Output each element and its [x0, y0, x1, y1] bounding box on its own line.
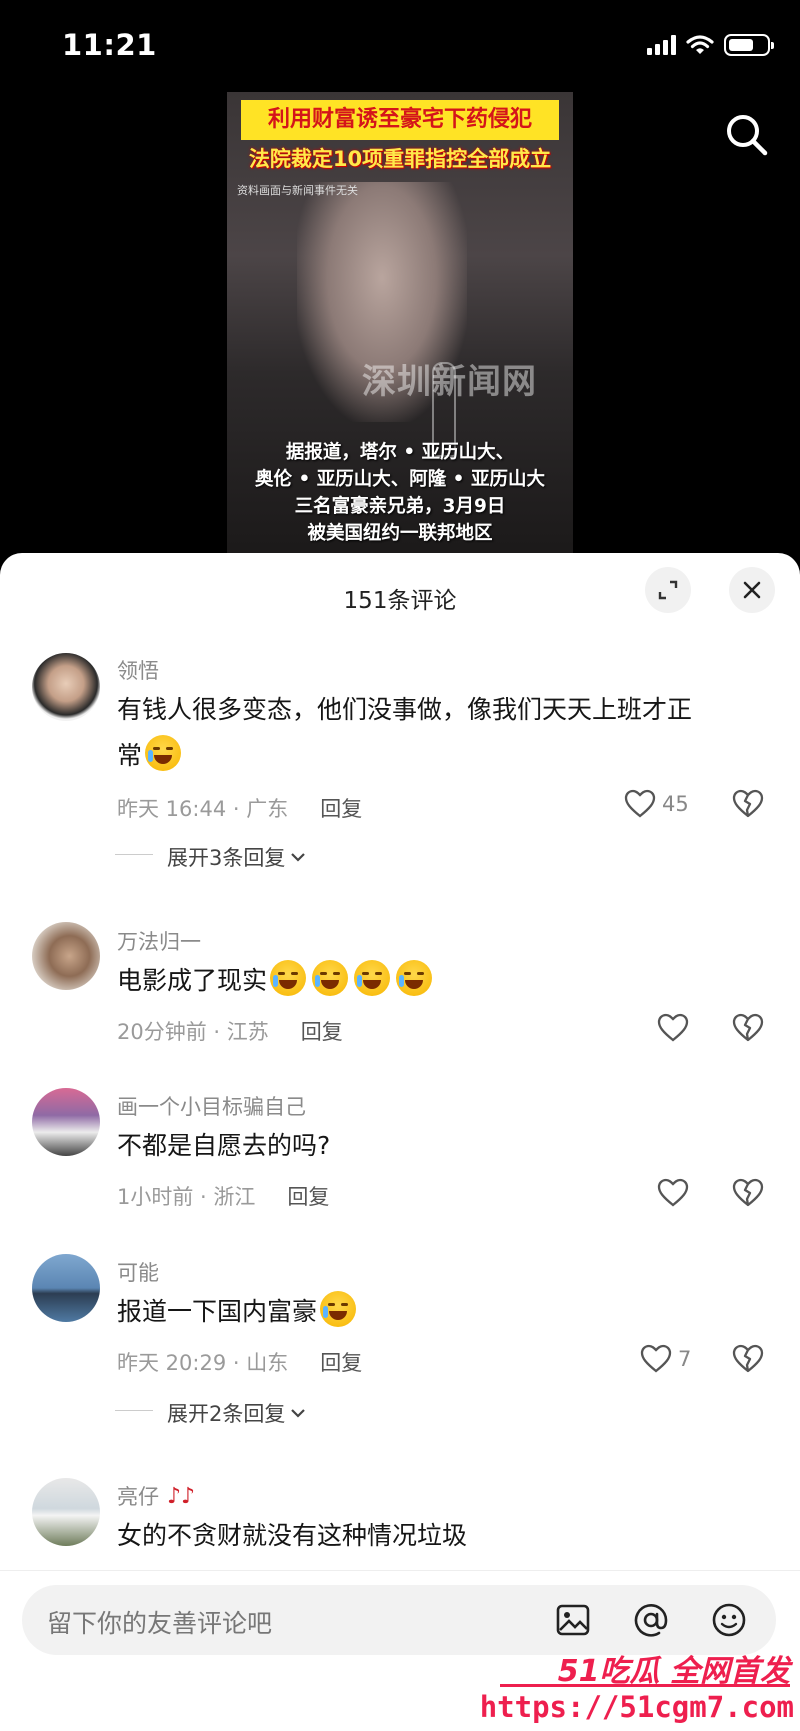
comment-text: 不都是自愿去的吗?: [117, 1131, 331, 1160]
reply-button[interactable]: 回复: [301, 1016, 343, 1046]
comment-text-main: 报道一下国内富豪: [117, 1297, 318, 1326]
dislike-button[interactable]: [732, 1344, 764, 1378]
comment-text-line: 常: [117, 733, 777, 779]
dislike-button[interactable]: [732, 789, 764, 823]
watermark-url: https://51cgm7.com: [479, 1690, 794, 1724]
video-caption-line: 被美国纽约一联邦地区: [307, 523, 493, 544]
like-button[interactable]: 7: [640, 1344, 691, 1374]
comment-text-main: 电影成了现实: [117, 966, 268, 995]
heart-icon: [657, 1178, 689, 1207]
at-icon[interactable]: [632, 1601, 670, 1639]
video-caption: 据报道，塔尔 • 亚历山大、 奥伦 • 亚历山大、阿隆 • 亚历山大 三名富豪亲…: [227, 439, 573, 547]
broken-heart-icon: [732, 789, 764, 818]
crying-laugh-emoji-icon: [145, 735, 182, 771]
heart-icon: [640, 1344, 672, 1373]
avatar[interactable]: [32, 1254, 100, 1322]
expand-replies-label: 展开2条回复: [167, 1402, 286, 1426]
cellular-signal-icon: [647, 35, 676, 55]
video-subheadline: 法院裁定10项重罪指控全部成立: [248, 147, 552, 171]
avatar[interactable]: [32, 653, 100, 721]
battery-icon: [724, 34, 774, 56]
comment-text: 女的不贪财就没有这种情况垃圾: [117, 1521, 468, 1550]
comment-time-location: 20分钟前 · 江苏: [117, 1020, 269, 1044]
comment-text-tail: 常: [117, 741, 143, 770]
comment-author[interactable]: 亮仔: [117, 1481, 159, 1511]
comment-time-location: 1小时前 · 浙江: [117, 1185, 256, 1209]
expand-sheet-button[interactable]: [645, 567, 691, 613]
crying-emoji-icon: [312, 960, 349, 996]
search-icon[interactable]: [722, 110, 772, 160]
video-headline: 利用财富诱至豪宅下药侵犯: [241, 100, 559, 140]
smiley-icon[interactable]: [710, 1601, 748, 1639]
comment-author[interactable]: 万法归一: [117, 926, 201, 956]
like-button[interactable]: [657, 1178, 689, 1208]
video-watermark: 深圳新闻网: [362, 362, 537, 402]
dislike-button[interactable]: [732, 1178, 764, 1212]
video-caption-line: 据报道，塔尔 • 亚历山大、: [285, 442, 515, 463]
chevron-down-icon: [291, 1409, 306, 1418]
status-bar: 11:21: [0, 0, 800, 100]
comment-meta: 昨天 16:44 · 广东 回复: [117, 793, 362, 823]
reply-button[interactable]: 回复: [320, 1347, 362, 1377]
like-count: 7: [678, 1347, 692, 1371]
expand-icon: [658, 580, 678, 600]
reply-button[interactable]: 回复: [320, 793, 362, 823]
crying-laugh-emoji-icon: [320, 1291, 357, 1327]
chevron-down-icon: [291, 853, 306, 862]
divider: [0, 1570, 800, 1571]
video-disclaimer: 资料画面与新闻事件无关: [237, 184, 358, 197]
comment-author[interactable]: 画一个小目标骗自己: [117, 1091, 306, 1121]
broken-heart-icon: [732, 1344, 764, 1373]
wifi-icon: [686, 35, 714, 54]
crying-emoji-icon: [396, 960, 433, 996]
watermark-line: [500, 1684, 790, 1687]
broken-heart-icon: [732, 1013, 764, 1042]
expand-replies-button[interactable]: 展开2条回复: [114, 1398, 307, 1428]
comment-meta: 昨天 20:29 · 山东 回复: [117, 1347, 362, 1377]
like-button[interactable]: [657, 1013, 689, 1043]
expand-replies-button[interactable]: 展开3条回复: [114, 842, 307, 872]
heart-icon: [657, 1013, 689, 1042]
like-count: 45: [662, 792, 689, 816]
comment-text: 有钱人很多变态，他们没事做，像我们天天上班才正 常: [117, 687, 777, 779]
close-icon: [743, 581, 761, 599]
video-caption-line: 三名富豪亲兄弟，3月9日: [294, 496, 506, 517]
dancer-emoji-icon: ♪♪: [167, 1483, 196, 1509]
avatar[interactable]: [32, 1478, 100, 1546]
comment-author[interactable]: 可能: [117, 1257, 159, 1287]
avatar[interactable]: [32, 1088, 100, 1156]
comment-text: 电影成了现实: [117, 958, 777, 1004]
comment-author-row: 亮仔 ♪♪: [117, 1481, 195, 1511]
dislike-button[interactable]: [732, 1013, 764, 1047]
comment-input-placeholder: 留下你的友善评论吧: [47, 1609, 273, 1638]
comment-author[interactable]: 领悟: [117, 655, 159, 685]
comment-meta: 1小时前 · 浙江 回复: [117, 1181, 329, 1211]
video-caption-line: 奥伦 • 亚历山大、阿隆 • 亚历山大: [255, 469, 545, 490]
status-time: 11:21: [62, 28, 157, 62]
comment-text: 报道一下国内富豪: [117, 1289, 777, 1335]
image-icon[interactable]: [554, 1601, 592, 1639]
comment-time-location: 昨天 16:44 · 广东: [117, 797, 289, 821]
comment-input[interactable]: 留下你的友善评论吧: [22, 1585, 776, 1655]
close-sheet-button[interactable]: [729, 567, 775, 613]
crying-emoji-icon: [270, 960, 307, 996]
comment-sheet: 151条评论 领悟 有钱人很多变态，他们没事做，像我们天天上班才正 常 昨天 1…: [0, 553, 800, 1731]
comment-time-location: 昨天 20:29 · 山东: [117, 1351, 289, 1375]
crying-emoji-icon: [354, 960, 391, 996]
comment-meta: 20分钟前 · 江苏 回复: [117, 1016, 343, 1046]
video-player[interactable]: 利用财富诱至豪宅下药侵犯 法院裁定10项重罪指控全部成立 资料画面与新闻事件无关…: [227, 92, 573, 560]
expand-replies-label: 展开3条回复: [167, 846, 286, 870]
reply-button[interactable]: 回复: [287, 1181, 329, 1211]
status-icons: [647, 34, 774, 56]
avatar[interactable]: [32, 922, 100, 990]
comment-text-line: 有钱人很多变态，他们没事做，像我们天天上班才正: [117, 695, 693, 724]
like-button[interactable]: 45: [624, 789, 689, 819]
heart-icon: [624, 789, 656, 818]
broken-heart-icon: [732, 1178, 764, 1207]
site-watermark: 51吃瓜 全网首发 https://51cgm7.com: [480, 1646, 800, 1731]
